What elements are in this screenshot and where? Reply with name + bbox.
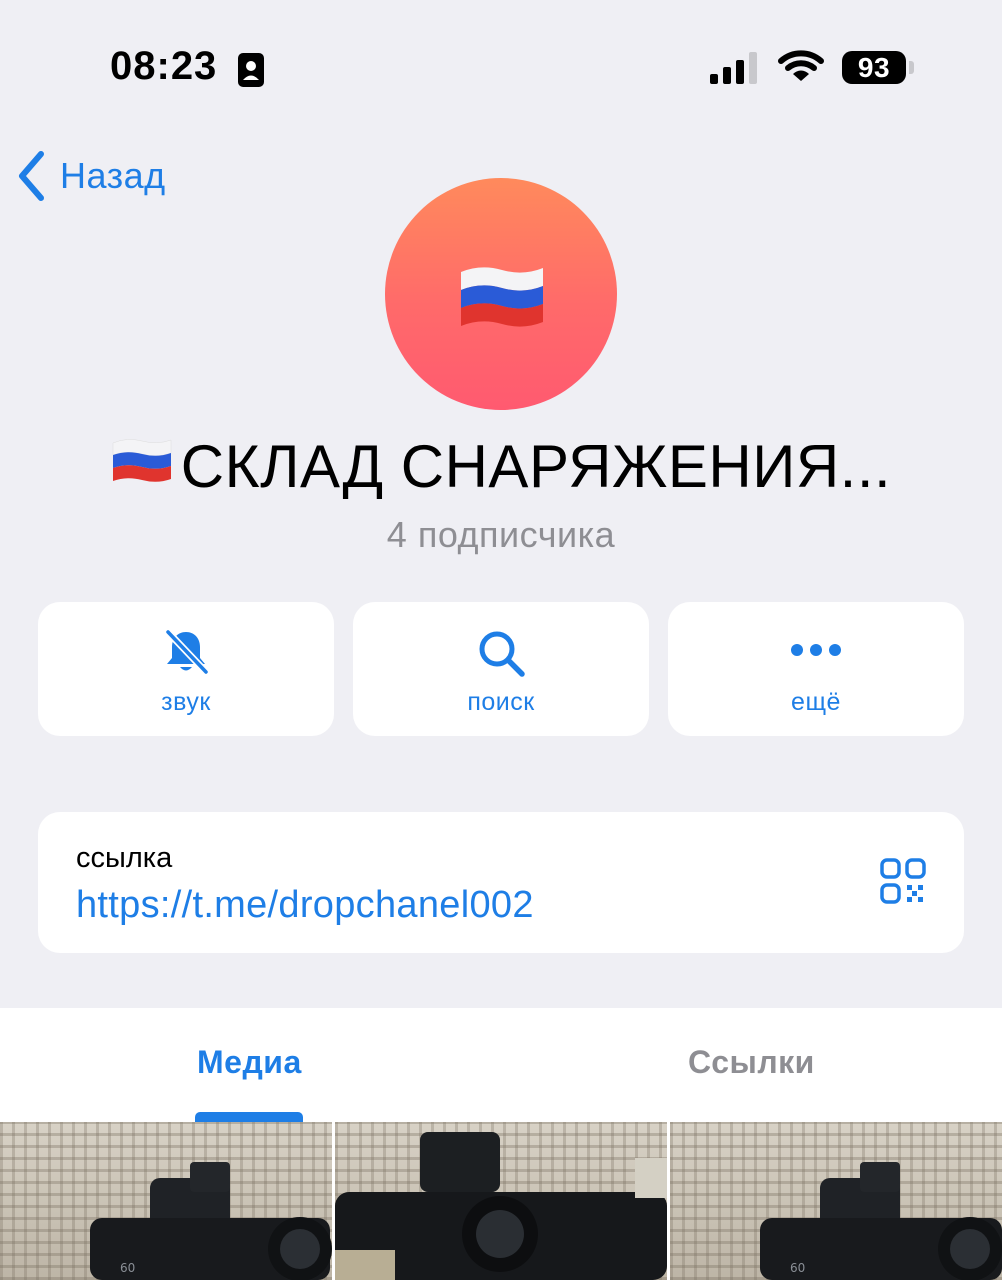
russian-flag-icon xyxy=(457,264,547,333)
back-button[interactable]: Назад xyxy=(16,150,166,202)
active-tab-indicator xyxy=(195,1112,303,1122)
sound-button-label: звук xyxy=(161,688,211,716)
back-label: Назад xyxy=(60,155,166,196)
subscriber-count: 4 подписчика xyxy=(386,514,616,555)
tab-links[interactable]: Ссылки xyxy=(688,1044,815,1081)
channel-avatar[interactable] xyxy=(385,178,617,410)
qr-code-icon[interactable] xyxy=(880,858,926,909)
media-grid: 60 60 xyxy=(0,1122,1002,1280)
tab-media[interactable]: Медиа xyxy=(197,1044,302,1081)
channel-link[interactable]: https://t.me/dropchanel002 xyxy=(76,884,534,927)
channel-title-row: СКЛАД СНАРЯЖЕНИЯ... xyxy=(0,432,1002,501)
wifi-icon xyxy=(778,49,824,88)
channel-title: СКЛАД СНАРЯЖЕНИЯ... xyxy=(180,433,892,500)
media-thumbnail[interactable] xyxy=(335,1122,667,1280)
status-bar: 08:23 93 xyxy=(0,0,1002,130)
cellular-signal-icon xyxy=(710,52,762,89)
search-icon xyxy=(476,628,526,683)
more-button-label: ещё xyxy=(791,688,841,716)
person-id-card-icon xyxy=(238,53,264,92)
media-thumbnail[interactable]: 60 xyxy=(670,1122,1002,1280)
svg-text:60: 60 xyxy=(120,1261,135,1275)
more-dots-icon xyxy=(790,640,842,665)
media-tabs: Медиа Ссылки xyxy=(0,1008,1002,1122)
bell-slash-icon xyxy=(162,628,210,681)
sound-button[interactable]: звук xyxy=(38,602,334,736)
search-button-label: поиск xyxy=(467,688,535,716)
chevron-left-icon xyxy=(19,151,44,201)
battery-indicator: 93 xyxy=(842,51,906,84)
media-thumbnail[interactable]: 60 xyxy=(0,1122,332,1280)
status-time: 08:23 xyxy=(110,44,218,88)
more-button[interactable]: ещё xyxy=(668,602,964,736)
russian-flag-icon xyxy=(111,437,173,488)
link-caption: ссылка xyxy=(76,842,173,874)
link-card[interactable]: ссылка https://t.me/dropchanel002 xyxy=(38,812,964,953)
svg-text:60: 60 xyxy=(790,1261,805,1275)
battery-cap xyxy=(909,61,914,74)
search-button[interactable]: поиск xyxy=(353,602,649,736)
